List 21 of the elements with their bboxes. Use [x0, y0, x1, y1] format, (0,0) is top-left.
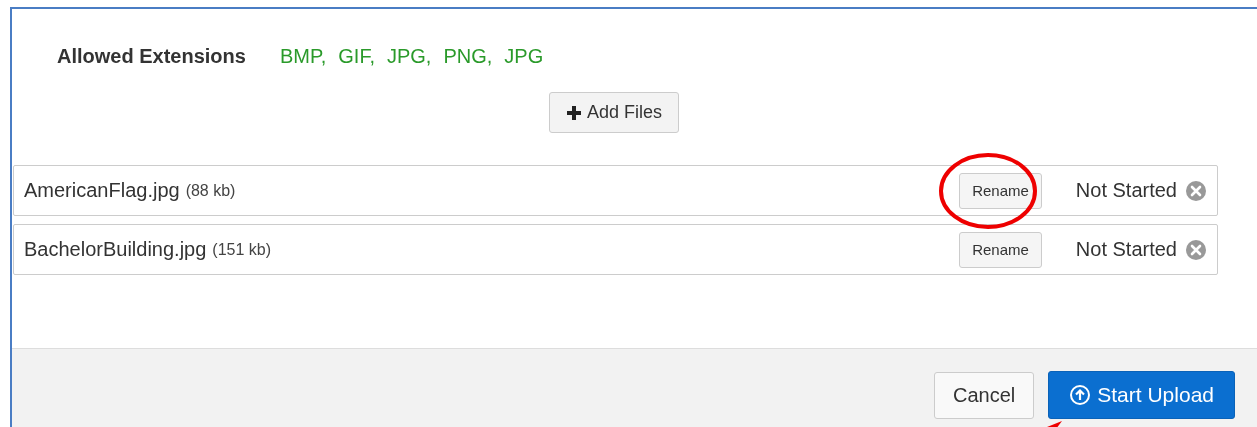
file-name: AmericanFlag.jpg — [24, 179, 180, 202]
rename-button[interactable]: Rename — [959, 231, 1042, 268]
extensions-label: Allowed Extensions — [57, 44, 246, 68]
plus-icon — [567, 105, 581, 120]
start-upload-button[interactable]: Start Upload — [1048, 371, 1235, 419]
cancel-button[interactable]: Cancel — [934, 371, 1035, 419]
add-files-button[interactable]: Add Files — [549, 92, 680, 133]
upload-icon — [1069, 384, 1092, 406]
file-size: (88 kb) — [185, 181, 236, 200]
extension-text: PNG, — [443, 44, 493, 68]
file-name: BachelorBuilding.jpg — [24, 238, 207, 261]
status-text: Not Started — [1075, 179, 1177, 202]
extension-text: BMP, — [279, 44, 327, 68]
extension-text: JPG — [504, 44, 544, 68]
rename-button[interactable]: Rename — [959, 172, 1042, 209]
remove-icon[interactable] — [1185, 238, 1207, 261]
file-size: (151 kb) — [212, 240, 272, 259]
status-text: Not Started — [1075, 238, 1177, 261]
remove-icon[interactable] — [1185, 179, 1207, 202]
extension-text: GIF, — [338, 44, 375, 68]
extension-text: JPG, — [386, 44, 432, 68]
